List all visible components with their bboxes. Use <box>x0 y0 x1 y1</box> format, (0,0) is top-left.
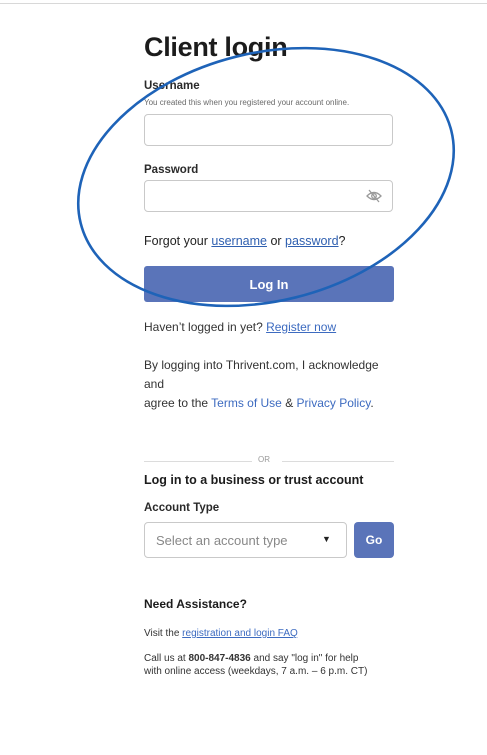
call-text: Call us at 800-847-4836 and say "log in"… <box>144 653 368 677</box>
eye-slash-icon[interactable] <box>366 189 382 203</box>
username-input[interactable] <box>144 114 393 146</box>
terms-link[interactable]: Terms of Use <box>211 396 282 410</box>
account-type-label: Account Type <box>144 502 220 514</box>
account-type-select[interactable]: Select an account type ▼ <box>144 522 347 558</box>
register-link[interactable]: Register now <box>266 320 336 334</box>
username-hint: You created this when you registered you… <box>144 98 350 107</box>
terms-text: By logging into Thrivent.com, I acknowle… <box>144 358 379 410</box>
assistance-heading: Need Assistance? <box>144 597 247 611</box>
password-label: Password <box>144 164 199 176</box>
username-label: Username <box>144 80 200 92</box>
login-button[interactable]: Log In <box>144 266 394 302</box>
password-input[interactable] <box>144 180 393 212</box>
phone-number: 800-847-4836 <box>188 653 251 664</box>
forgot-credentials: Forgot your username or password? <box>144 234 346 248</box>
register-text: Haven’t logged in yet? Register now <box>144 320 337 334</box>
page-title: Client login <box>144 32 288 62</box>
faq-link[interactable]: registration and login FAQ <box>182 628 298 639</box>
or-divider-left <box>144 461 252 462</box>
go-button[interactable]: Go <box>354 522 394 558</box>
or-divider-text: OR <box>258 455 270 464</box>
account-type-placeholder: Select an account type <box>156 533 288 548</box>
business-heading: Log in to a business or trust account <box>144 473 364 487</box>
forgot-password-link[interactable]: password <box>285 234 339 248</box>
privacy-link[interactable]: Privacy Policy <box>297 396 371 410</box>
forgot-username-link[interactable]: username <box>211 234 267 248</box>
top-divider <box>0 3 487 4</box>
or-divider-right <box>282 461 394 462</box>
faq-text: Visit the registration and login FAQ <box>144 628 298 639</box>
caret-down-icon: ▼ <box>322 534 331 544</box>
